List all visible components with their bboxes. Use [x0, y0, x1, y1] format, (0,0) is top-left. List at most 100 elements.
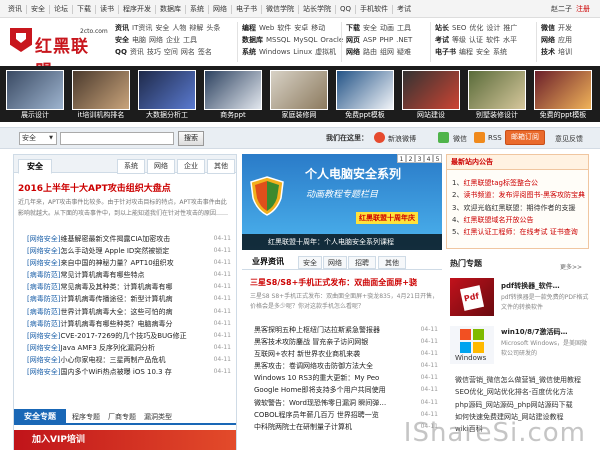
category-link[interactable]: 优化 [469, 24, 483, 32]
category-link[interactable]: PHP [379, 36, 393, 44]
weibo-icon[interactable] [374, 132, 385, 143]
thumbnail-image[interactable] [468, 70, 526, 110]
tab-security[interactable]: 安全 [18, 159, 52, 174]
top-nav-item[interactable]: 网络 [209, 4, 232, 14]
thumbnail-image[interactable] [336, 70, 394, 110]
tab-network[interactable]: 网络 [323, 256, 347, 269]
news-title[interactable]: 计算机病毒传播途径：新型计算机病 [60, 295, 172, 303]
thumbnail-image[interactable] [270, 70, 328, 110]
category-link[interactable]: IT资讯 [132, 24, 152, 32]
top-nav-item[interactable]: 微信学院 [262, 4, 299, 14]
news-title[interactable]: COBOL程序员年薪几百万 世界招聘一览 [254, 411, 379, 419]
feedback-link[interactable]: 意见反馈 [555, 134, 583, 144]
more-topics-link[interactable]: 更多>> [560, 262, 582, 271]
category-link[interactable]: Linux [293, 48, 312, 56]
category-link[interactable]: 水平 [503, 36, 517, 44]
category-link[interactable]: 等级 [452, 36, 466, 44]
thumbnail-caption[interactable]: 展示设计 [3, 110, 67, 120]
top-nav-item[interactable]: 考试 [393, 5, 415, 14]
news-title[interactable]: 维基解密最新文件揭露CIA加密攻击 [60, 235, 170, 243]
category-link[interactable]: 移动 [311, 24, 325, 32]
news-title[interactable]: Java AMF3 反序列化漏洞分析 [60, 344, 155, 352]
category-heading[interactable]: 网页 [346, 36, 360, 44]
top-nav-item[interactable]: 程序开发 [119, 4, 156, 14]
rss-icon[interactable] [474, 132, 485, 143]
category-heading[interactable]: 下载 [346, 24, 360, 32]
news-title[interactable]: 来自中国的神秘力量？APT10组织攻 [60, 259, 173, 267]
wechat-icon[interactable] [438, 132, 449, 143]
tab-jobs[interactable]: 招聘 [348, 256, 376, 269]
category-link[interactable]: 认证 [469, 36, 483, 44]
rss-link[interactable]: RSS [488, 134, 502, 142]
topic-title[interactable]: pdf转换器_软件… [501, 281, 560, 291]
news-item[interactable]: Google Home即将支持多个用户共同使用 04-11 [254, 384, 438, 396]
news-tag[interactable]: [网络安全] [27, 332, 60, 340]
category-link[interactable]: 培训 [558, 48, 572, 56]
tab-enterprise[interactable]: 企业 [177, 159, 205, 174]
topic-link[interactable]: 微信营销_微信怎么做营销_微信使用教程 [455, 374, 595, 386]
category-link[interactable]: 电脑 [132, 36, 146, 44]
top-nav-item[interactable]: 读书 [96, 4, 119, 14]
category-link[interactable]: 路由 [363, 48, 377, 56]
category-link[interactable]: 疑难 [397, 48, 411, 56]
category-heading[interactable]: 站长 [435, 24, 449, 32]
carousel-dot[interactable]: 2 [406, 154, 415, 163]
news-tag[interactable]: [网络安全] [27, 344, 60, 352]
category-link[interactable]: SEO [452, 24, 466, 32]
category-heading[interactable]: 网络 [541, 36, 555, 44]
news-item[interactable]: [病毒防范]常见病毒及其种类：计算机病毒有哪 04-11 [27, 281, 231, 293]
search-button[interactable]: 搜索 [178, 131, 204, 146]
thumbnail-caption[interactable]: 网站建设 [399, 110, 463, 120]
thumbnail-image[interactable] [138, 70, 196, 110]
category-link[interactable]: 辩解 [189, 24, 203, 32]
carousel-dot[interactable]: 3 [415, 154, 424, 163]
news-tag[interactable]: [病毒防范] [27, 320, 60, 328]
tab-other[interactable]: 其他 [378, 256, 406, 269]
category-heading[interactable]: 电子书 [435, 48, 456, 56]
topic-tab[interactable]: 厂商专题 [108, 412, 136, 422]
category-link[interactable]: 网络 [149, 36, 163, 44]
news-title[interactable]: 小心你家电视：三星两制产品危机 [60, 356, 165, 364]
topic-tab[interactable]: 程序专题 [72, 412, 100, 422]
notice-text[interactable]: 读书频道：发布评阅图书-黑客攻防宝典 [463, 191, 585, 199]
topic-tab[interactable]: 漏洞类型 [144, 412, 172, 422]
thumbnail-caption[interactable]: 商务ppt [201, 110, 265, 120]
tab-system[interactable]: 系统 [117, 159, 145, 174]
search-category-select[interactable]: 安全 ▼ [19, 132, 57, 145]
category-link[interactable]: 网名 [181, 48, 195, 56]
top-nav-item[interactable]: 论坛 [50, 4, 73, 14]
notice-text[interactable]: 红黑联盟tag标签整合公 [463, 179, 537, 187]
vip-training-banner[interactable]: 加入VIP培训 [14, 430, 236, 450]
news-title[interactable]: 计算机病毒有哪些种类？电脑病毒分 [60, 320, 172, 328]
category-link[interactable]: MySQL [293, 36, 317, 44]
news-tag[interactable]: [病毒防范] [27, 295, 60, 303]
top-nav-item[interactable]: 系统 [186, 4, 209, 14]
category-link[interactable]: 企业 [166, 36, 180, 44]
category-link[interactable]: MSSQL [266, 36, 290, 44]
search-input[interactable] [60, 132, 174, 145]
category-link[interactable]: 设计 [486, 24, 500, 32]
notice-item[interactable]: 1、红黑联盟tag标签整合公 [452, 177, 587, 189]
thumbnail-image[interactable] [6, 70, 64, 110]
news-item[interactable]: [病毒防范]计算机病毒传播途径：新型计算机病 04-11 [27, 293, 231, 305]
thumbnail-caption[interactable]: it培训机构排名 [69, 110, 133, 120]
news-item[interactable]: [网络安全]来自中国的神秘力量？APT10组织攻 04-11 [27, 257, 231, 269]
category-link[interactable]: 签名 [198, 48, 212, 56]
category-link[interactable]: 组网 [380, 48, 394, 56]
notice-item[interactable]: 2、读书频道：发布评阅图书-黑客攻防宝典 [452, 189, 587, 201]
thumbnail-caption[interactable]: 别墅装修设计 [465, 110, 529, 120]
tab-network[interactable]: 网络 [147, 159, 175, 174]
category-heading[interactable]: 微信 [541, 24, 555, 32]
category-link[interactable]: 软件 [277, 24, 291, 32]
news-item[interactable]: [病毒防范]世界计算机病毒大全：这些可怕的病 04-11 [27, 306, 231, 318]
windows-topic-image[interactable]: Windows [450, 326, 494, 364]
notice-text[interactable]: 欢迎光临红黑联盟：期待作者的支援 [463, 204, 575, 212]
category-heading[interactable]: 考试 [435, 36, 449, 44]
email-subscribe-button[interactable]: 邮箱订阅 [505, 130, 545, 145]
register-link[interactable]: 注册 [576, 4, 590, 14]
category-link[interactable]: 虚拟机 [315, 48, 336, 56]
tab-other[interactable]: 其他 [207, 159, 235, 174]
category-link[interactable]: ASP [363, 36, 376, 44]
news-title[interactable]: 世界计算机病毒大全：这些可怕的病 [60, 308, 172, 316]
category-heading[interactable]: 数据库 [242, 36, 263, 44]
